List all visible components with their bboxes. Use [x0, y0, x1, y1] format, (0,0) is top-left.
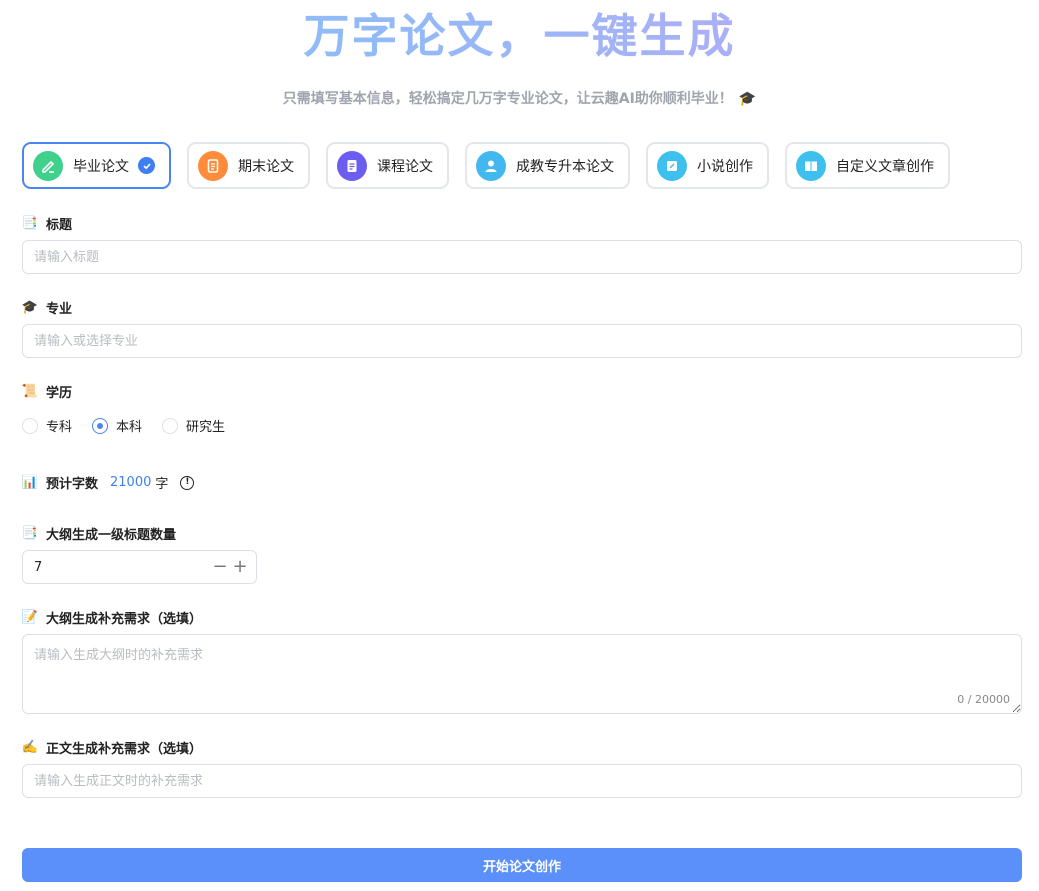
radio-circle[interactable] — [22, 417, 38, 434]
character-counter: 0 / 20000 — [957, 693, 1010, 706]
scroll-icon: 📜 — [21, 384, 39, 399]
degree-radio-group: 专科 本科 研究生 — [22, 416, 245, 435]
word-count-label: 预计字数 — [46, 477, 99, 492]
radio-circle[interactable] — [92, 417, 109, 434]
bookmark-icon: 📑 — [21, 526, 39, 541]
outline-extra-wrapper: 0 / 20000 — [22, 634, 1022, 714]
body-extra-input[interactable] — [22, 764, 1022, 798]
page: 万字论文，一键生成 只需填写基本信息，轻松搞定几万字专业论文，让云趣AI助你顺利… — [0, 0, 1039, 891]
radio-label: 专科 — [46, 420, 73, 435]
paper-type-selector: 毕业论文 期末论文 课程论文 成教专升本论文 小说创作 自定义文章创作 — [22, 142, 966, 189]
major-label: 🎓 专业 — [22, 298, 72, 317]
check-icon — [138, 157, 155, 174]
outline-extra-textarea[interactable] — [22, 634, 1022, 714]
type-course-paper[interactable]: 课程论文 — [326, 142, 449, 189]
title-label-text: 标题 — [46, 218, 73, 233]
edit-icon — [657, 150, 687, 181]
bookmark-icon: 📑 — [21, 216, 39, 231]
document-icon — [198, 150, 228, 181]
type-label: 自定义文章创作 — [836, 158, 934, 175]
outline-extra-label-text: 大纲生成补充需求（选填） — [46, 612, 203, 627]
start-writing-button[interactable]: 开始论文创作 — [22, 848, 1022, 882]
type-adult-education-paper[interactable]: 成教专升本论文 — [465, 142, 630, 189]
type-label: 毕业论文 — [73, 158, 129, 175]
body-extra-label-text: 正文生成补充需求（选填） — [46, 742, 203, 757]
outline-count-value[interactable]: 7 — [34, 560, 210, 575]
title-label: 📑 标题 — [22, 214, 72, 233]
body-extra-label: ✍️ 正文生成补充需求（选填） — [22, 738, 202, 757]
type-novel-writing[interactable]: 小说创作 — [646, 142, 769, 189]
word-count-unit: 字 — [155, 477, 169, 492]
page-title: 万字论文，一键生成 — [0, 8, 1039, 64]
outline-count-stepper[interactable]: 7 − + — [22, 550, 257, 584]
type-graduation-paper[interactable]: 毕业论文 — [22, 142, 171, 189]
minus-icon[interactable]: − — [210, 558, 230, 576]
radio-label: 研究生 — [186, 420, 226, 435]
type-final-paper[interactable]: 期末论文 — [187, 142, 310, 189]
radio-label: 本科 — [116, 420, 143, 435]
word-count-row: 📊 预计字数 21000 字 ! — [21, 473, 195, 492]
degree-option-graduate[interactable]: 研究生 — [162, 416, 225, 435]
degree-label-text: 学历 — [46, 386, 73, 401]
outline-count-label: 📑 大纲生成一级标题数量 — [22, 524, 176, 543]
memo-icon: 📝 — [21, 610, 39, 625]
title-input[interactable] — [22, 240, 1022, 274]
graduation-cap-icon: 🎓 — [21, 300, 39, 315]
type-label: 课程论文 — [377, 158, 433, 175]
type-label: 小说创作 — [697, 158, 753, 175]
info-icon[interactable]: ! — [180, 475, 195, 490]
writing-hand-icon: ✍️ — [21, 740, 39, 755]
degree-option-associate[interactable]: 专科 — [22, 416, 72, 435]
major-input[interactable] — [22, 324, 1022, 358]
major-label-text: 专业 — [46, 302, 73, 317]
subtitle-text: 只需填写基本信息，轻松搞定几万字专业论文，让云趣AI助你顺利毕业！ — [282, 91, 733, 107]
page-subtitle: 只需填写基本信息，轻松搞定几万字专业论文，让云趣AI助你顺利毕业！ 🎓 — [0, 88, 1039, 108]
pen-icon — [33, 150, 63, 181]
type-custom-article[interactable]: 自定义文章创作 — [785, 142, 950, 189]
bar-chart-icon: 📊 — [21, 475, 39, 490]
outline-count-label-text: 大纲生成一级标题数量 — [46, 528, 177, 543]
outline-extra-label: 📝 大纲生成补充需求（选填） — [22, 608, 202, 627]
person-icon — [476, 150, 506, 181]
notes-icon — [337, 150, 367, 181]
plus-icon[interactable]: + — [230, 558, 250, 576]
degree-label: 📜 学历 — [22, 382, 72, 401]
type-label: 期末论文 — [238, 158, 294, 175]
radio-circle[interactable] — [162, 417, 179, 434]
type-label: 成教专升本论文 — [516, 158, 614, 175]
book-icon — [796, 150, 826, 181]
graduation-cap-icon: 🎓 — [738, 91, 757, 107]
word-count-value: 21000 — [110, 475, 152, 490]
degree-option-bachelor[interactable]: 本科 — [92, 416, 142, 435]
